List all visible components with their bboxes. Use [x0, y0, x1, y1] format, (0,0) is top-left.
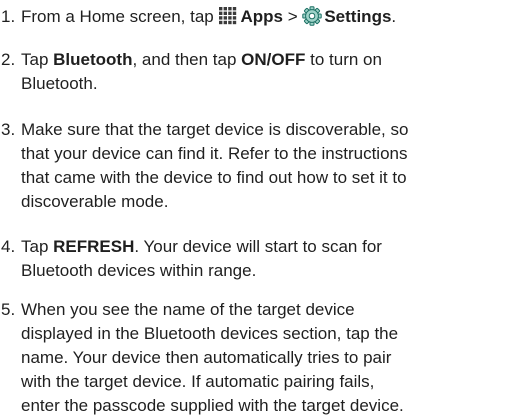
- step-text: From a Home screen, tap Apps > Settings.: [21, 5, 515, 33]
- step-line: discoverable mode.: [21, 192, 169, 211]
- settings-label: Settings: [324, 7, 392, 26]
- settings-gear-icon: [302, 6, 323, 33]
- step-text: When you see the name of the target devi…: [21, 298, 515, 418]
- step-line: Bluetooth devices within range.: [21, 261, 257, 280]
- text-run: . Your device will start to scan for: [134, 237, 382, 256]
- step-line: enter the passcode supplied with the tar…: [21, 396, 404, 415]
- step-number: 2.: [1, 50, 16, 69]
- step-line: that your device can find it. Refer to t…: [21, 144, 408, 163]
- step-line: with the target device. If automatic pai…: [21, 372, 375, 391]
- step-line: name. Your device then automatically tri…: [21, 348, 392, 367]
- bluetooth-label: Bluetooth: [53, 50, 133, 69]
- step-text: Tap Bluetooth, and then tap ON/OFF to tu…: [21, 48, 515, 96]
- text-run: Bluetooth.: [21, 74, 98, 93]
- text-run: to turn on: [305, 50, 382, 69]
- step-line: Bluetooth.: [21, 72, 515, 96]
- apps-grid-icon: [218, 6, 238, 33]
- step-line: When you see the name of the target devi…: [21, 300, 355, 319]
- text-run: .: [391, 7, 397, 26]
- step-line: displayed in the Bluetooth devices secti…: [21, 324, 399, 343]
- step-number: 5.: [1, 300, 16, 319]
- text-run: Tap: [21, 237, 54, 256]
- text-run: From a Home screen, tap: [21, 7, 219, 26]
- step-line: that came with the device to find out ho…: [21, 168, 407, 187]
- apps-label: Apps: [240, 7, 283, 26]
- step-text: Make sure that the target device is disc…: [21, 118, 515, 214]
- step-number: 3.: [1, 120, 16, 139]
- step-number: 1.: [1, 7, 16, 26]
- step-line: From a Home screen, tap Apps > Settings.: [21, 5, 515, 33]
- text-run: Tap: [21, 50, 54, 69]
- step-line: Tap REFRESH. Your device will start to s…: [21, 235, 515, 259]
- step-number: 4.: [1, 237, 16, 256]
- step-line: Make sure that the target device is disc…: [21, 120, 409, 139]
- text-run: , and then tap: [132, 50, 242, 69]
- step-text: Tap REFRESH. Your device will start to s…: [21, 235, 515, 283]
- text-run: >: [282, 7, 303, 26]
- step-line: Tap Bluetooth, and then tap ON/OFF to tu…: [21, 48, 515, 72]
- on-off-label: ON/OFF: [241, 50, 306, 69]
- refresh-label: REFRESH: [53, 237, 135, 256]
